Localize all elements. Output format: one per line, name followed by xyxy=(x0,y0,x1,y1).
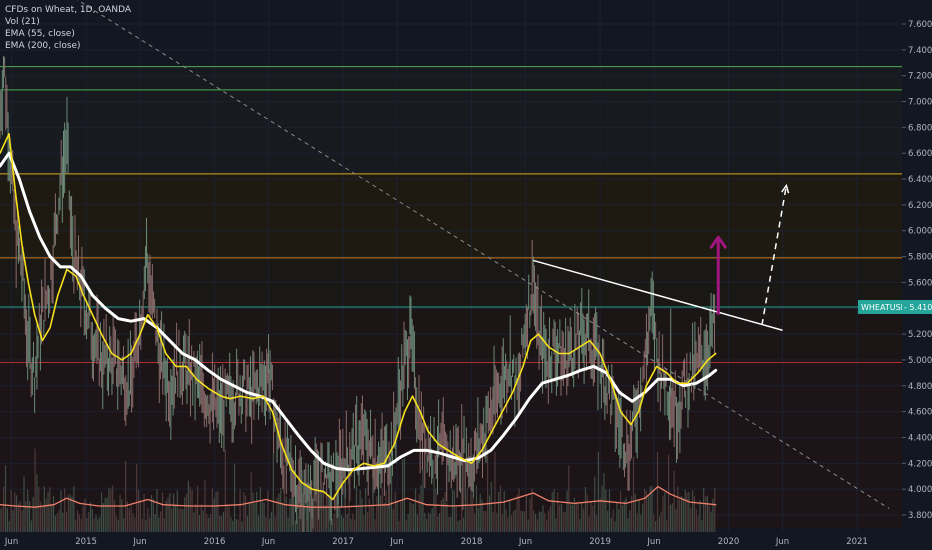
time-tick-label: 2016 xyxy=(204,537,226,547)
time-tick-label: 2020 xyxy=(718,537,740,547)
price-tick-label: 7.400 xyxy=(908,46,932,56)
time-tick-label: 2018 xyxy=(461,537,483,547)
price-tick-label: 7.200 xyxy=(908,72,932,82)
time-tick-label: Jun xyxy=(4,537,18,547)
price-chart[interactable]: 7.600 7.400 7.200 7.000 6.800 6.600 6.400 6.200… xyxy=(0,0,932,550)
price-tick-label: 5.000 xyxy=(908,356,932,366)
time-axis[interactable]: Jun 2015 Jun 2016 Jun 2017 Jun 2018 Jun 2019 Jun 20… xyxy=(0,532,932,550)
volume-indicator-label[interactable]: Vol (21) xyxy=(5,16,131,28)
symbol-badge-label: WHEATUSD xyxy=(861,303,907,312)
price-tick-label: 7.000 xyxy=(908,98,932,108)
price-tick-label: 6.600 xyxy=(908,149,932,159)
time-tick-label: Jun xyxy=(646,537,660,547)
time-tick-label: 2017 xyxy=(332,537,354,547)
time-tick-label: 2015 xyxy=(75,537,97,547)
price-tick-label: 5.600 xyxy=(908,278,932,288)
zone-1 xyxy=(0,173,902,258)
price-tick-label: 4.600 xyxy=(908,408,932,418)
zone-0 xyxy=(0,66,902,174)
price-tick-label: 6.400 xyxy=(908,175,932,185)
chart-legend: CFDs on Wheat, 1D, OANDA Vol (21) EMA (5… xyxy=(5,4,131,52)
symbol-title[interactable]: CFDs on Wheat, 1D, OANDA xyxy=(5,4,131,16)
time-tick-label: Jun xyxy=(775,537,789,547)
time-tick-label: Jun xyxy=(261,537,275,547)
time-tick-label: Jun xyxy=(389,537,403,547)
price-tick-label: 6.200 xyxy=(908,201,932,211)
price-tick-label: 7.600 xyxy=(908,20,932,30)
price-tick-label: 4.400 xyxy=(908,433,932,443)
price-tick-label: 5.200 xyxy=(908,330,932,340)
ema55-indicator-label[interactable]: EMA (55, close) xyxy=(5,28,131,40)
time-tick-label: Jun xyxy=(132,537,146,547)
time-tick-label: Jun xyxy=(518,537,532,547)
price-tick-label: 4.000 xyxy=(908,485,932,495)
price-tick-label: 3.800 xyxy=(908,511,932,521)
price-badge-value: - 5.410 xyxy=(904,303,932,312)
price-tick-label: 4.800 xyxy=(908,382,932,392)
time-tick-label: 2021 xyxy=(846,537,868,547)
price-tick-label: 4.200 xyxy=(908,459,932,469)
price-tick-label: 6.800 xyxy=(908,123,932,133)
price-tick-label: 6.000 xyxy=(908,227,932,237)
time-tick-label: 2019 xyxy=(589,537,611,547)
price-tick-label: 5.800 xyxy=(908,253,932,263)
ema200-indicator-label[interactable]: EMA (200, close) xyxy=(5,40,131,52)
